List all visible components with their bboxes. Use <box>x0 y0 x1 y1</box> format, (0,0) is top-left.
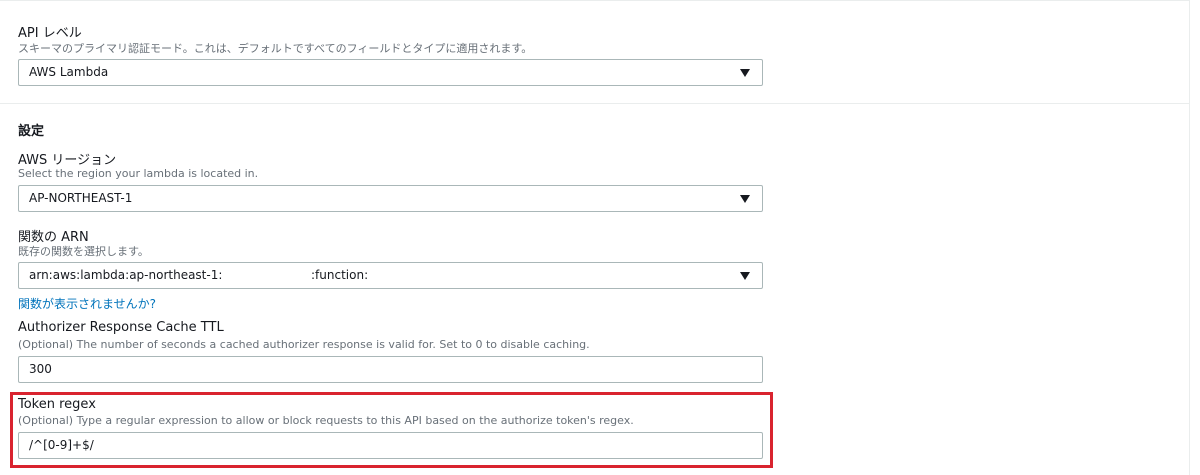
region-label: AWS リージョン <box>18 153 117 168</box>
cache-ttl-label: Authorizer Response Cache TTL <box>18 320 224 335</box>
page: API レベル スキーマのプライマリ認証モード。これは、デフォルトですべてのフィ… <box>0 0 1200 475</box>
token-regex-description: (Optional) Type a regular expression to … <box>18 414 634 427</box>
top-divider <box>0 0 1190 1</box>
region-select[interactable]: AP-NORTHEAST-1 <box>18 185 763 212</box>
region-description: Select the region your lambda is located… <box>18 167 259 180</box>
api-level-select[interactable]: AWS Lambda <box>18 59 763 86</box>
caret-down-icon <box>740 195 750 203</box>
token-regex-label: Token regex <box>18 397 96 412</box>
function-not-listed-link[interactable]: 関数が表示されませんか? <box>18 295 156 312</box>
settings-title: 設定 <box>18 124 45 139</box>
function-arn-description: 既存の関数を選択します。 <box>18 245 149 258</box>
caret-down-icon <box>740 69 750 77</box>
caret-down-icon <box>740 272 750 280</box>
authorization-panel: API レベル スキーマのプライマリ認証モード。これは、デフォルトですべてのフィ… <box>0 0 1190 475</box>
function-arn-suffix: :function: <box>311 268 369 282</box>
cache-ttl-value: 300 <box>29 362 52 376</box>
cache-ttl-input[interactable]: 300 <box>18 356 763 383</box>
api-level-description: スキーマのプライマリ認証モード。これは、デフォルトですべてのフィールドとタイプに… <box>18 42 533 55</box>
api-level-selected-value: AWS Lambda <box>29 65 109 79</box>
token-regex-input[interactable]: /^[0-9]+$/ <box>18 432 763 459</box>
section-divider <box>0 103 1190 104</box>
token-regex-value: /^[0-9]+$/ <box>29 438 94 452</box>
function-arn-select[interactable]: arn:aws:lambda:ap-northeast-1: :function… <box>18 262 763 289</box>
function-arn-prefix: arn:aws:lambda:ap-northeast-1: <box>29 268 223 282</box>
cache-ttl-description: (Optional) The number of seconds a cache… <box>18 338 590 351</box>
region-selected-value: AP-NORTHEAST-1 <box>29 191 133 205</box>
api-level-label: API レベル <box>18 26 82 41</box>
